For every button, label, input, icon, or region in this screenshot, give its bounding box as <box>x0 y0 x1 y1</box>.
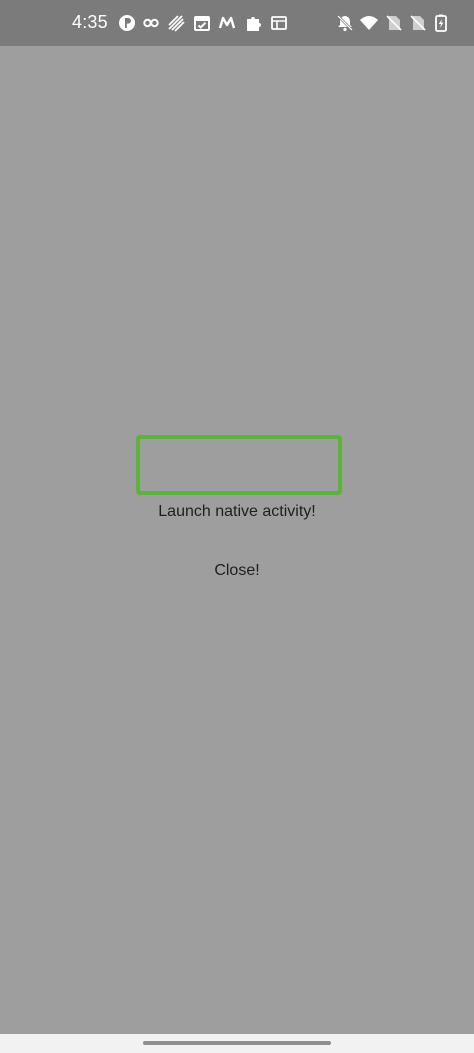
p-icon <box>117 13 137 33</box>
no-sim-icon <box>384 13 404 33</box>
signal-stripes-icon <box>166 13 186 33</box>
battery-charging-icon <box>431 13 451 33</box>
app-content: Launch native activity! Close! <box>0 46 474 1034</box>
bell-off-icon <box>335 13 355 33</box>
calendar-check-icon <box>192 13 212 33</box>
status-bar: 4:35 <box>0 0 474 46</box>
close-button[interactable]: Close! <box>0 560 474 582</box>
m-logo-icon <box>217 13 237 33</box>
navigation-bar <box>0 1034 474 1053</box>
no-sim-2-icon <box>408 13 428 33</box>
wifi-icon <box>359 13 379 33</box>
infinity-icon <box>141 13 161 33</box>
status-time: 4:35 <box>72 12 108 32</box>
browser-window-icon <box>269 13 289 33</box>
puzzle-icon <box>243 13 263 33</box>
home-gesture-handle[interactable] <box>143 1041 331 1045</box>
launch-native-activity-button[interactable]: Launch native activity! <box>0 501 474 523</box>
embedded-frame[interactable] <box>136 435 342 495</box>
